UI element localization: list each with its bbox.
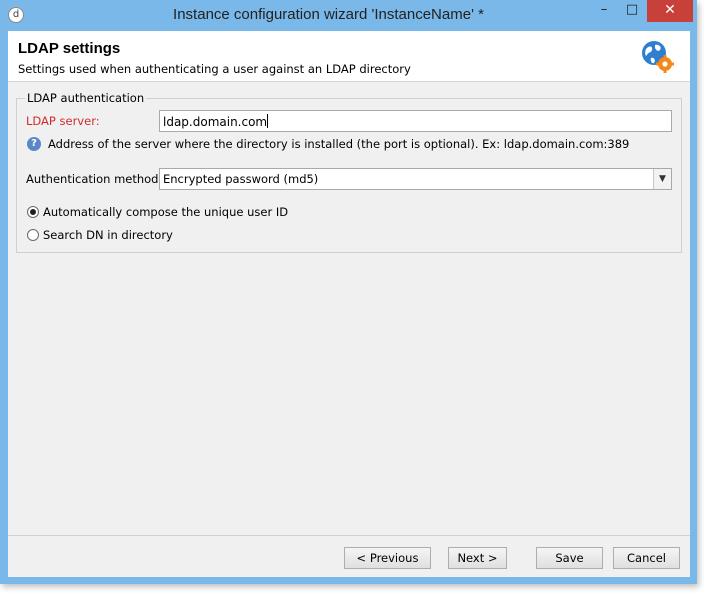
auth-method-select[interactable]: Encrypted password (md5) ▼ (159, 168, 672, 190)
auth-method-label: Authentication method: (26, 172, 163, 186)
next-button[interactable]: Next > (448, 547, 507, 569)
ldap-server-value: ldap.domain.com (163, 115, 268, 129)
radio-label: Search DN in directory (43, 228, 173, 242)
cancel-button[interactable]: Cancel (613, 547, 680, 569)
app-icon[interactable]: d (8, 7, 24, 23)
wizard-footer: < Previous Next > Save Cancel (8, 535, 690, 577)
save-button[interactable]: Save (536, 547, 603, 569)
ldap-server-input[interactable]: ldap.domain.com (159, 110, 672, 132)
page-header: LDAP settings Settings used when authent… (8, 31, 690, 82)
wizard-window: d Instance configuration wizard 'Instanc… (0, 0, 697, 584)
auth-method-value: Encrypted password (md5) (163, 172, 319, 186)
maximize-button[interactable]: □ (619, 0, 645, 22)
window-title: Instance configuration wizard 'InstanceN… (173, 6, 484, 23)
ldap-server-label: LDAP server: (26, 114, 100, 128)
help-icon: ? (27, 137, 41, 151)
text-caret (267, 114, 269, 128)
previous-button[interactable]: < Previous (344, 547, 431, 569)
radio-search-dn[interactable]: Search DN in directory (27, 228, 173, 242)
help-text: Address of the server where the director… (48, 137, 630, 151)
page-subtitle: Settings used when authenticating a user… (18, 62, 411, 76)
radio-compose-user-id[interactable]: Automatically compose the unique user ID (27, 205, 288, 219)
group-legend: LDAP authentication (25, 91, 147, 105)
radio-label: Automatically compose the unique user ID (43, 205, 289, 219)
chevron-down-icon[interactable]: ▼ (653, 169, 671, 189)
minimize-button[interactable]: – (591, 0, 617, 22)
close-button[interactable]: ✕ (647, 0, 693, 22)
radio-button[interactable] (27, 229, 39, 241)
page-title: LDAP settings (18, 40, 121, 57)
wizard-client-area: LDAP settings Settings used when authent… (8, 31, 690, 577)
title-bar[interactable]: d Instance configuration wizard 'Instanc… (0, 0, 697, 31)
globe-gear-icon (642, 41, 674, 73)
radio-button-checked[interactable] (27, 206, 39, 218)
